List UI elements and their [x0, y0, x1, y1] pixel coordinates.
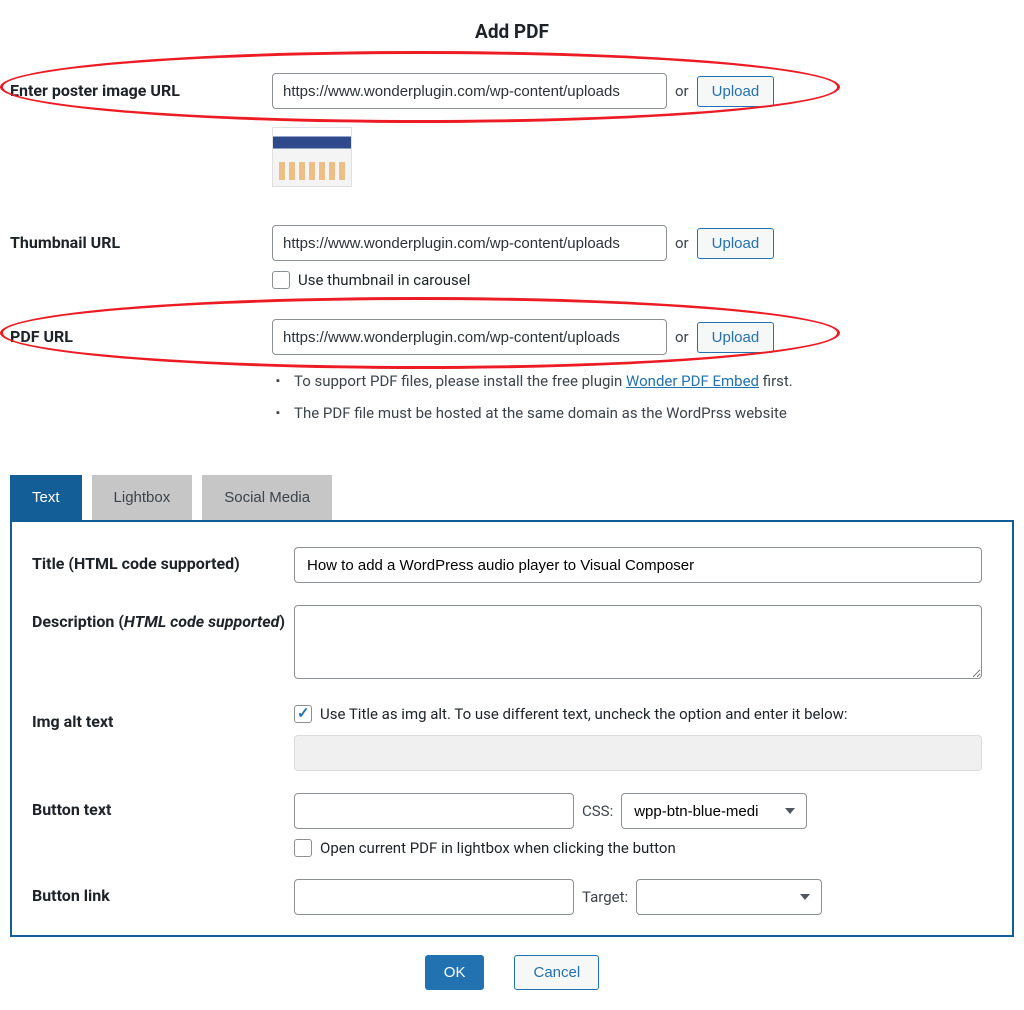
or-text: or	[675, 82, 689, 100]
poster-label: Enter poster image URL	[10, 73, 272, 100]
thumbnail-label: Thumbnail URL	[10, 225, 272, 252]
pdf-url-input[interactable]	[272, 319, 667, 355]
pdf-url-row: PDF URL or Upload To support PDF files, …	[10, 319, 1014, 433]
css-class-select[interactable]	[621, 793, 807, 829]
pdf-url-label: PDF URL	[10, 319, 272, 346]
pdf-note-2: The PDF file must be hosted at the same …	[294, 401, 1014, 425]
tab-lightbox[interactable]: Lightbox	[92, 475, 193, 520]
wonder-pdf-embed-link[interactable]: Wonder PDF Embed	[626, 372, 759, 390]
target-select[interactable]	[636, 879, 822, 915]
img-alt-input-disabled	[294, 735, 982, 771]
img-alt-label: Img alt text	[32, 705, 294, 733]
poster-upload-button[interactable]: Upload	[697, 76, 775, 107]
tab-text[interactable]: Text	[10, 475, 82, 520]
tab-social-media[interactable]: Social Media	[202, 475, 332, 520]
thumbnail-url-input[interactable]	[272, 225, 667, 261]
use-title-as-alt-checkbox[interactable]	[294, 705, 312, 723]
button-link-input[interactable]	[294, 879, 574, 915]
or-text: or	[675, 328, 689, 346]
cancel-button[interactable]: Cancel	[514, 955, 599, 990]
poster-url-input[interactable]	[272, 73, 667, 109]
use-thumbnail-label: Use thumbnail in carousel	[298, 271, 470, 289]
target-label: Target:	[582, 888, 628, 906]
button-text-label: Button text	[32, 793, 294, 821]
dialog-title: Add PDF	[10, 20, 1014, 43]
use-thumbnail-checkbox[interactable]	[272, 271, 290, 289]
use-title-as-alt-label: Use Title as img alt. To use different t…	[320, 705, 848, 723]
open-pdf-lightbox-label: Open current PDF in lightbox when clicki…	[320, 839, 676, 857]
pdf-upload-button[interactable]: Upload	[697, 322, 775, 353]
or-text: or	[675, 234, 689, 252]
css-label: CSS:	[582, 802, 613, 820]
poster-preview-thumbnail	[272, 127, 352, 187]
poster-row: Enter poster image URL or Upload	[10, 73, 1014, 187]
button-link-label: Button link	[32, 879, 294, 907]
thumbnail-upload-button[interactable]: Upload	[697, 228, 775, 259]
title-input[interactable]	[294, 547, 982, 583]
tabs: Text Lightbox Social Media	[10, 475, 1014, 520]
button-text-input[interactable]	[294, 793, 574, 829]
open-pdf-lightbox-checkbox[interactable]	[294, 839, 312, 857]
title-label: Title (HTML code supported)	[32, 547, 294, 575]
description-label: Description (HTML code supported)	[32, 605, 294, 633]
description-textarea[interactable]	[294, 605, 982, 679]
tab-panel-text: Title (HTML code supported) Description …	[10, 520, 1014, 937]
ok-button[interactable]: OK	[425, 955, 485, 990]
pdf-note-1: To support PDF files, please install the…	[294, 369, 1014, 393]
thumbnail-row: Thumbnail URL or Upload Use thumbnail in…	[10, 225, 1014, 289]
